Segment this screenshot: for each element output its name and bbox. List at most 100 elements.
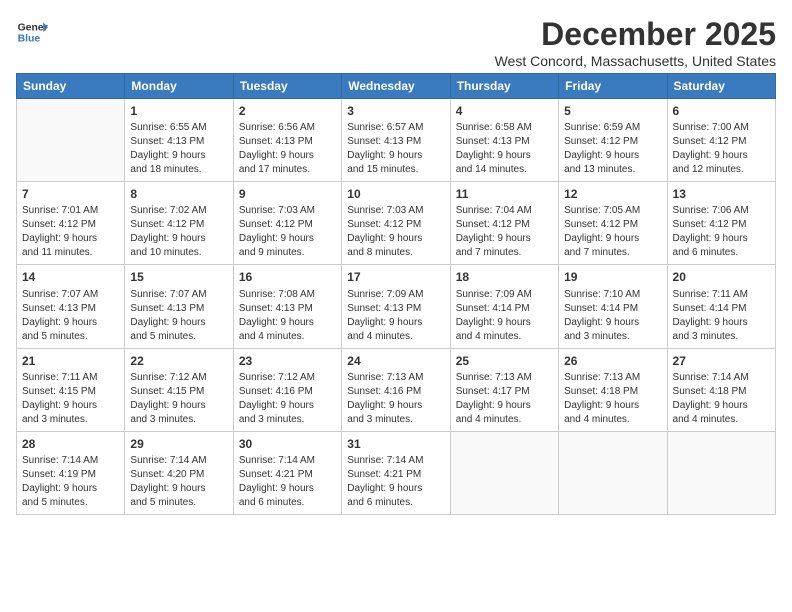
- day-number: 17: [347, 269, 444, 285]
- svg-text:Blue: Blue: [18, 34, 41, 45]
- calendar-cell: 10 Sunrise: 7:03 AM Sunset: 4:12 PM Dayli…: [342, 182, 450, 265]
- weekday-header-tuesday: Tuesday: [233, 74, 341, 99]
- weekday-header-row: SundayMondayTuesdayWednesdayThursdayFrid…: [17, 74, 776, 99]
- day-number: 29: [130, 436, 227, 452]
- day-info: Sunrise: 7:08 AM Sunset: 4:13 PM Dayligh…: [239, 288, 336, 344]
- weekday-header-friday: Friday: [559, 74, 667, 99]
- calendar-cell: 16Sunrise: 7:08 AM Sunset: 4:13 PM Dayli…: [233, 265, 341, 348]
- calendar-cell: 7 Sunrise: 7:01 AM Sunset: 4:12 PM Daylig…: [17, 182, 125, 265]
- day-info: Sunrise: 7:03 AM Sunset: 4:12 PM Dayligh…: [347, 204, 444, 260]
- day-info: Sunrise: 7:13 AM Sunset: 4:17 PM Dayligh…: [456, 371, 553, 427]
- calendar-cell: 27Sunrise: 7:14 AM Sunset: 4:18 PM Dayli…: [667, 348, 775, 431]
- calendar-cell: 30 Sunrise: 7:14 AM Sunset: 4:21 PM Dayli…: [233, 431, 341, 514]
- day-info: Sunrise: 7:07 AM Sunset: 4:13 PM Dayligh…: [22, 288, 119, 344]
- calendar-cell: 21 Sunrise: 7:11 AM Sunset: 4:15 PM Dayli…: [17, 348, 125, 431]
- day-info: Sunrise: 7:10 AM Sunset: 4:14 PM Dayligh…: [564, 288, 661, 344]
- day-number: 2: [239, 103, 336, 119]
- calendar-cell: [450, 431, 558, 514]
- day-info: Sunrise: 7:04 AM Sunset: 4:12 PM Dayligh…: [456, 204, 553, 260]
- day-number: 12: [564, 186, 661, 202]
- day-number: 9: [239, 186, 336, 202]
- calendar-cell: 13 Sunrise: 7:06 AM Sunset: 4:12 PM Dayli…: [667, 182, 775, 265]
- day-info: Sunrise: 7:03 AM Sunset: 4:12 PM Dayligh…: [239, 204, 336, 260]
- day-info: Sunrise: 7:11 AM Sunset: 4:14 PM Dayligh…: [673, 288, 770, 344]
- day-number: 25: [456, 353, 553, 369]
- day-info: Sunrise: 7:12 AM Sunset: 4:16 PM Dayligh…: [239, 371, 336, 427]
- day-info: Sunrise: 7:14 AM Sunset: 4:20 PM Dayligh…: [130, 454, 227, 510]
- calendar-cell: 6Sunrise: 7:00 AM Sunset: 4:12 PM Daylig…: [667, 99, 775, 182]
- calendar-cell: 26 Sunrise: 7:13 AM Sunset: 4:18 PM Dayli…: [559, 348, 667, 431]
- day-info: Sunrise: 7:14 AM Sunset: 4:21 PM Dayligh…: [239, 454, 336, 510]
- calendar-cell: 3Sunrise: 6:57 AM Sunset: 4:13 PM Daylig…: [342, 99, 450, 182]
- day-info: Sunrise: 7:09 AM Sunset: 4:14 PM Dayligh…: [456, 288, 553, 344]
- calendar-cell: [17, 99, 125, 182]
- day-info: Sunrise: 6:56 AM Sunset: 4:13 PM Dayligh…: [239, 121, 336, 177]
- day-number: 15: [130, 269, 227, 285]
- day-number: 24: [347, 353, 444, 369]
- calendar-cell: [667, 431, 775, 514]
- calendar-cell: 24 Sunrise: 7:13 AM Sunset: 4:16 PM Dayli…: [342, 348, 450, 431]
- day-number: 7: [22, 186, 119, 202]
- weekday-header-wednesday: Wednesday: [342, 74, 450, 99]
- calendar-cell: 23 Sunrise: 7:12 AM Sunset: 4:16 PM Dayli…: [233, 348, 341, 431]
- day-info: Sunrise: 6:59 AM Sunset: 4:12 PM Dayligh…: [564, 121, 661, 177]
- day-number: 5: [564, 103, 661, 119]
- calendar-cell: 22Sunrise: 7:12 AM Sunset: 4:15 PM Dayli…: [125, 348, 233, 431]
- day-number: 11: [456, 186, 553, 202]
- week-row-3: 14 Sunrise: 7:07 AM Sunset: 4:13 PM Dayli…: [17, 265, 776, 348]
- day-info: Sunrise: 7:05 AM Sunset: 4:12 PM Dayligh…: [564, 204, 661, 260]
- calendar-cell: [559, 431, 667, 514]
- day-number: 19: [564, 269, 661, 285]
- week-row-5: 28 Sunrise: 7:14 AM Sunset: 4:19 PM Dayli…: [17, 431, 776, 514]
- day-number: 1: [130, 103, 227, 119]
- day-info: Sunrise: 7:13 AM Sunset: 4:16 PM Dayligh…: [347, 371, 444, 427]
- day-number: 26: [564, 353, 661, 369]
- day-number: 31: [347, 436, 444, 452]
- calendar-cell: 15 Sunrise: 7:07 AM Sunset: 4:13 PM Dayli…: [125, 265, 233, 348]
- day-number: 20: [673, 269, 770, 285]
- calendar-cell: 25 Sunrise: 7:13 AM Sunset: 4:17 PM Dayli…: [450, 348, 558, 431]
- day-info: Sunrise: 7:11 AM Sunset: 4:15 PM Dayligh…: [22, 371, 119, 427]
- day-info: Sunrise: 7:07 AM Sunset: 4:13 PM Dayligh…: [130, 288, 227, 344]
- calendar-cell: 9 Sunrise: 7:03 AM Sunset: 4:12 PM Daylig…: [233, 182, 341, 265]
- header: General Blue December 2025 West Concord,…: [16, 16, 776, 69]
- day-info: Sunrise: 7:09 AM Sunset: 4:13 PM Dayligh…: [347, 288, 444, 344]
- week-row-2: 7 Sunrise: 7:01 AM Sunset: 4:12 PM Daylig…: [17, 182, 776, 265]
- month-title: December 2025: [495, 16, 776, 53]
- day-number: 14: [22, 269, 119, 285]
- calendar-cell: 29 Sunrise: 7:14 AM Sunset: 4:20 PM Dayli…: [125, 431, 233, 514]
- logo-icon: General Blue: [16, 16, 48, 48]
- day-info: Sunrise: 7:12 AM Sunset: 4:15 PM Dayligh…: [130, 371, 227, 427]
- logo: General Blue: [16, 16, 48, 48]
- day-info: Sunrise: 7:00 AM Sunset: 4:12 PM Dayligh…: [673, 121, 770, 177]
- week-row-1: 1Sunrise: 6:55 AM Sunset: 4:13 PM Daylig…: [17, 99, 776, 182]
- calendar-cell: 17 Sunrise: 7:09 AM Sunset: 4:13 PM Dayli…: [342, 265, 450, 348]
- day-number: 30: [239, 436, 336, 452]
- calendar-cell: 19 Sunrise: 7:10 AM Sunset: 4:14 PM Dayli…: [559, 265, 667, 348]
- calendar-cell: 14 Sunrise: 7:07 AM Sunset: 4:13 PM Dayli…: [17, 265, 125, 348]
- day-number: 10: [347, 186, 444, 202]
- day-info: Sunrise: 7:14 AM Sunset: 4:21 PM Dayligh…: [347, 454, 444, 510]
- day-number: 28: [22, 436, 119, 452]
- weekday-header-thursday: Thursday: [450, 74, 558, 99]
- calendar-cell: 8Sunrise: 7:02 AM Sunset: 4:12 PM Daylig…: [125, 182, 233, 265]
- day-number: 13: [673, 186, 770, 202]
- day-number: 23: [239, 353, 336, 369]
- day-info: Sunrise: 7:14 AM Sunset: 4:19 PM Dayligh…: [22, 454, 119, 510]
- day-number: 21: [22, 353, 119, 369]
- day-info: Sunrise: 7:13 AM Sunset: 4:18 PM Dayligh…: [564, 371, 661, 427]
- day-info: Sunrise: 7:06 AM Sunset: 4:12 PM Dayligh…: [673, 204, 770, 260]
- day-number: 18: [456, 269, 553, 285]
- day-number: 3: [347, 103, 444, 119]
- calendar-cell: 1Sunrise: 6:55 AM Sunset: 4:13 PM Daylig…: [125, 99, 233, 182]
- title-area: December 2025 West Concord, Massachusett…: [495, 16, 776, 69]
- day-info: Sunrise: 7:01 AM Sunset: 4:12 PM Dayligh…: [22, 204, 119, 260]
- day-number: 4: [456, 103, 553, 119]
- calendar-cell: 31 Sunrise: 7:14 AM Sunset: 4:21 PM Dayli…: [342, 431, 450, 514]
- day-info: Sunrise: 7:02 AM Sunset: 4:12 PM Dayligh…: [130, 204, 227, 260]
- week-row-4: 21 Sunrise: 7:11 AM Sunset: 4:15 PM Dayli…: [17, 348, 776, 431]
- weekday-header-monday: Monday: [125, 74, 233, 99]
- calendar-cell: 2 Sunrise: 6:56 AM Sunset: 4:13 PM Daylig…: [233, 99, 341, 182]
- weekday-header-sunday: Sunday: [17, 74, 125, 99]
- day-info: Sunrise: 7:14 AM Sunset: 4:18 PM Dayligh…: [673, 371, 770, 427]
